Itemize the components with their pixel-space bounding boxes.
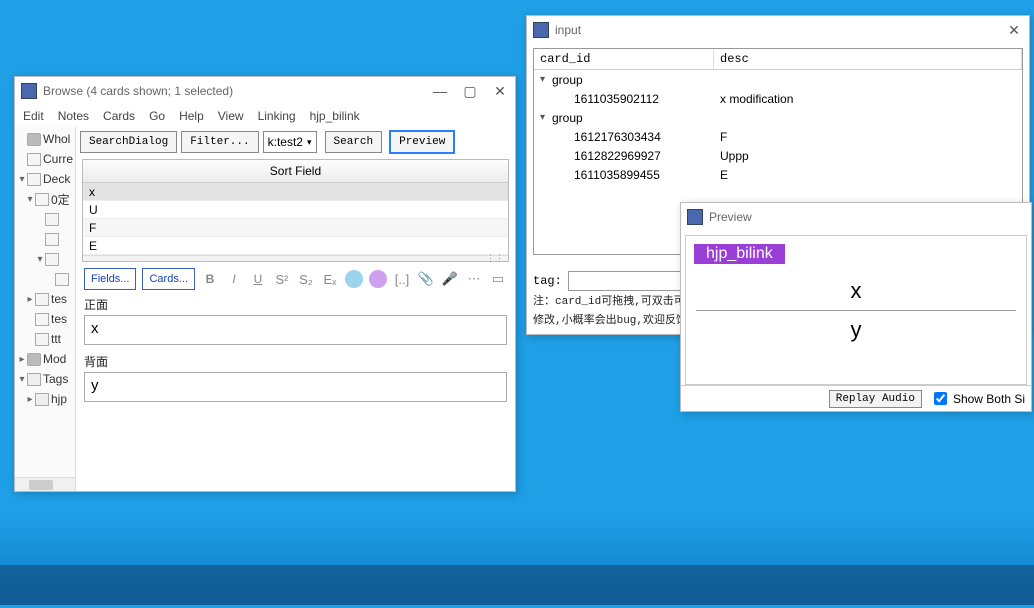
card-grid: Sort Field x U F E ⋮⋮ xyxy=(82,159,509,262)
app-icon xyxy=(21,83,37,99)
menu-linking[interactable]: Linking xyxy=(258,109,296,123)
tree-item[interactable]: ▾Deck xyxy=(15,169,75,189)
deck-combo[interactable]: k:test2▾ xyxy=(263,131,317,153)
browse-window: Browse (4 cards shown; 1 selected) — ▢ ✕… xyxy=(14,76,516,492)
tree-item[interactable] xyxy=(15,209,75,229)
tree-item[interactable]: ▸Mod xyxy=(15,349,75,369)
card-row[interactable]: 1611035899455E xyxy=(534,165,1022,184)
maximize-button[interactable]: ▢ xyxy=(455,77,485,105)
taskbar-item[interactable] xyxy=(51,565,99,605)
input-title: input xyxy=(555,23,999,37)
preview-button[interactable]: Preview xyxy=(390,131,454,153)
underline-icon[interactable]: U xyxy=(249,270,267,288)
filter-button[interactable]: Filter... xyxy=(181,131,258,153)
taskbar-item[interactable] xyxy=(205,565,253,605)
close-button[interactable]: ✕ xyxy=(485,77,515,105)
show-both-check-input[interactable] xyxy=(934,392,947,405)
taskbar[interactable] xyxy=(0,565,1034,605)
close-button[interactable]: ✕ xyxy=(999,16,1029,44)
menu-view[interactable]: View xyxy=(218,109,244,123)
taskbar-item[interactable] xyxy=(308,565,356,605)
preview-title: Preview xyxy=(709,210,1031,224)
tree-item[interactable]: ▾ xyxy=(15,249,75,269)
fields-button[interactable]: Fields... xyxy=(84,268,137,290)
browse-menubar: Edit Notes Cards Go Help View Linking hj… xyxy=(15,105,515,127)
group-row[interactable]: ▾group xyxy=(534,70,1022,89)
back-field[interactable]: y xyxy=(84,372,507,402)
tag-label: tag: xyxy=(533,274,562,288)
col-desc[interactable]: desc xyxy=(714,49,1022,69)
tree-item[interactable]: ▸tes xyxy=(15,289,75,309)
bold-icon[interactable]: B xyxy=(201,270,219,288)
replay-audio-button[interactable]: Replay Audio xyxy=(829,390,922,408)
tree-item[interactable]: tes xyxy=(15,309,75,329)
back-label: 背面 xyxy=(76,351,515,372)
clear-format-icon[interactable]: Eₓ xyxy=(321,270,339,288)
mic-icon[interactable]: 🎤 xyxy=(441,270,459,288)
color-swatch-icon[interactable] xyxy=(345,270,363,288)
search-button[interactable]: Search xyxy=(325,131,383,153)
tree-item[interactable] xyxy=(15,269,75,289)
preview-front: x xyxy=(686,272,1026,310)
preview-titlebar[interactable]: Preview xyxy=(681,203,1031,231)
box-icon[interactable]: ▭ xyxy=(489,270,507,288)
attach-icon[interactable]: 📎 xyxy=(417,270,435,288)
taskbar-item[interactable] xyxy=(0,565,48,605)
italic-icon[interactable]: I xyxy=(225,270,243,288)
cloze-icon[interactable]: [..] xyxy=(393,270,411,288)
more-icon[interactable]: ⋯ xyxy=(465,270,483,288)
input-titlebar[interactable]: input ✕ xyxy=(527,16,1029,44)
taskbar-item[interactable] xyxy=(103,565,151,605)
tree-item[interactable]: ▸hjp xyxy=(15,389,75,409)
tree-item[interactable] xyxy=(15,229,75,249)
tree-scrollbar[interactable] xyxy=(15,477,75,491)
group-row[interactable]: ▾group xyxy=(534,108,1022,127)
preview-back: y xyxy=(686,311,1026,349)
menu-help[interactable]: Help xyxy=(179,109,204,123)
taskbar-item[interactable] xyxy=(154,565,202,605)
minimize-button[interactable]: — xyxy=(425,77,455,105)
grid-row[interactable]: F xyxy=(83,219,508,237)
app-icon xyxy=(687,209,703,225)
tree-item[interactable]: Whol xyxy=(15,129,75,149)
front-label: 正面 xyxy=(76,294,515,315)
card-row[interactable]: 1612176303434F xyxy=(534,127,1022,146)
tree-item[interactable]: ▾Tags xyxy=(15,369,75,389)
grid-row[interactable]: x xyxy=(83,183,508,201)
deck-tree[interactable]: WholCurre▾Deck▾0定 ▾ ▸testesttt▸Mod▾Tags▸hj… xyxy=(15,127,76,491)
browse-titlebar[interactable]: Browse (4 cards shown; 1 selected) — ▢ ✕ xyxy=(15,77,515,105)
editor-toolbar: Fields... Cards... B I U S² S₂ Eₓ [..] 📎… xyxy=(76,264,515,294)
browse-toolbar: SearchDialog Filter... k:test2▾ Search P… xyxy=(76,127,515,157)
tree-item[interactable]: Curre xyxy=(15,149,75,169)
taskbar-item[interactable] xyxy=(257,565,305,605)
subscript-icon[interactable]: S₂ xyxy=(297,270,315,288)
menu-hjpbilink[interactable]: hjp_bilink xyxy=(310,109,360,123)
card-row[interactable]: 1611035902112x modification xyxy=(534,89,1022,108)
searchdialog-button[interactable]: SearchDialog xyxy=(80,131,177,153)
menu-go[interactable]: Go xyxy=(149,109,165,123)
superscript-icon[interactable]: S² xyxy=(273,270,291,288)
menu-cards[interactable]: Cards xyxy=(103,109,135,123)
highlight-swatch-icon[interactable] xyxy=(369,270,387,288)
preview-window: Preview hjp_bilink x y Replay Audio Show… xyxy=(680,202,1032,412)
col-cardid[interactable]: card_id xyxy=(534,49,714,69)
front-field[interactable]: x xyxy=(84,315,507,345)
preview-footer: Replay Audio Show Both Si xyxy=(681,385,1031,411)
tree-item[interactable]: ttt xyxy=(15,329,75,349)
cards-button[interactable]: Cards... xyxy=(142,268,195,290)
show-both-checkbox[interactable]: Show Both Si xyxy=(930,389,1025,408)
grid-header-sortfield[interactable]: Sort Field xyxy=(83,160,508,183)
app-icon xyxy=(533,22,549,38)
grid-row[interactable]: E xyxy=(83,237,508,255)
menu-notes[interactable]: Notes xyxy=(58,109,89,123)
grid-row[interactable]: U xyxy=(83,201,508,219)
tree-item[interactable]: ▾0定 xyxy=(15,189,75,209)
menu-edit[interactable]: Edit xyxy=(23,109,44,123)
preview-body: hjp_bilink x y xyxy=(685,235,1027,385)
card-row[interactable]: 1612822969927Uppp xyxy=(534,146,1022,165)
hjp-bilink-badge[interactable]: hjp_bilink xyxy=(694,244,785,264)
grid-resize-handle[interactable]: ⋮⋮ xyxy=(83,255,508,261)
browse-title: Browse (4 cards shown; 1 selected) xyxy=(43,84,425,98)
chevron-down-icon: ▾ xyxy=(307,137,312,148)
